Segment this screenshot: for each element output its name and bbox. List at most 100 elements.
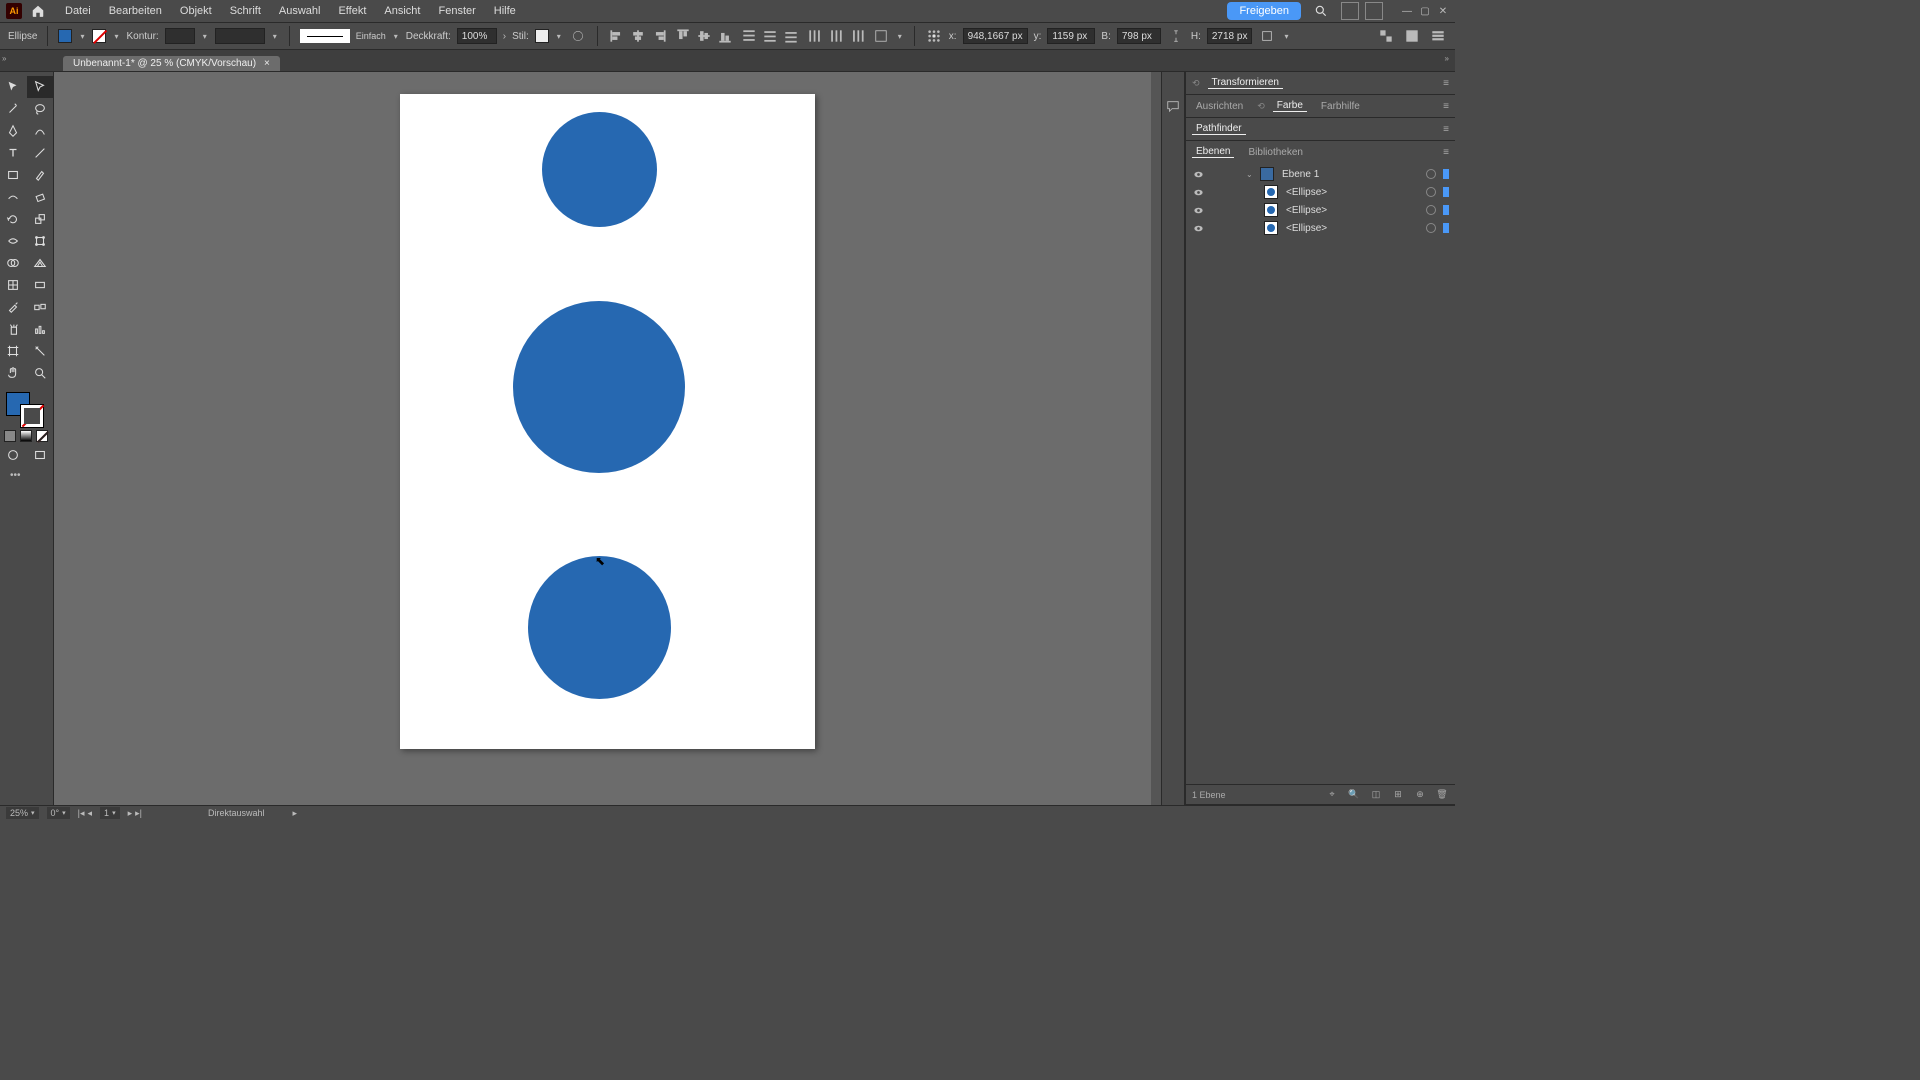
canvas-area[interactable]: ⬉ [54, 72, 1161, 805]
opacity-input[interactable]: 100% [457, 28, 497, 44]
tab-close-icon[interactable]: × [264, 58, 270, 69]
gradient-mode-icon[interactable] [20, 430, 32, 442]
stroke-profile-input[interactable] [215, 28, 265, 44]
scrollbar-vertical[interactable] [1151, 72, 1161, 805]
window-minimize-icon[interactable]: — [1401, 6, 1413, 16]
y-input[interactable]: 1159 px [1047, 28, 1095, 44]
layers-new-sublayer-icon[interactable]: ⊞ [1391, 788, 1405, 802]
stroke-weight-input[interactable] [165, 28, 195, 44]
artboard-first-icon[interactable]: |◂ [78, 808, 85, 819]
ellipse-shape[interactable] [528, 556, 671, 699]
distribute-right-icon[interactable] [848, 27, 866, 45]
brush-preview[interactable] [300, 29, 350, 43]
visibility-toggle-icon[interactable] [1192, 204, 1204, 216]
shape-options-icon[interactable] [1258, 27, 1276, 45]
visibility-toggle-icon[interactable] [1192, 186, 1204, 198]
search-icon[interactable] [1311, 1, 1331, 21]
align-right-icon[interactable] [650, 27, 668, 45]
menu-ansicht[interactable]: Ansicht [375, 0, 429, 22]
h-input[interactable]: 2718 px [1207, 28, 1253, 44]
window-close-icon[interactable]: ✕ [1437, 6, 1449, 16]
menu-hilfe[interactable]: Hilfe [485, 0, 525, 22]
panel-menu-icon[interactable]: ≡ [1443, 124, 1449, 135]
width-tool[interactable] [0, 230, 27, 252]
item-name[interactable]: <Ellipse> [1282, 205, 1422, 216]
layers-locate-icon[interactable]: ⌖ [1325, 788, 1339, 802]
zoom-input[interactable]: 25% [6, 807, 39, 819]
artboard-last-icon[interactable]: ▸| [135, 808, 142, 819]
rotate-tool[interactable] [0, 208, 27, 230]
artboard-nav-input[interactable]: 1 [100, 807, 120, 819]
menu-schrift[interactable]: Schrift [221, 0, 270, 22]
panel-menu-icon[interactable]: ≡ [1443, 147, 1449, 158]
document-tab[interactable]: Unbenannt-1* @ 25 % (CMYK/Vorschau) × [63, 56, 280, 71]
target-icon[interactable] [1426, 223, 1436, 233]
fill-stroke-indicator[interactable] [0, 390, 54, 428]
fill-dropdown-icon[interactable] [78, 32, 86, 40]
visibility-toggle-icon[interactable] [1192, 222, 1204, 234]
align-hcenter-icon[interactable] [629, 27, 647, 45]
target-icon[interactable] [1426, 169, 1436, 179]
perspective-grid-tool[interactable] [27, 252, 54, 274]
distribute-vcenter-icon[interactable] [761, 27, 779, 45]
curvature-tool[interactable] [27, 120, 54, 142]
stroke-swatch[interactable] [92, 29, 106, 43]
layers-search-icon[interactable]: 🔍 [1347, 788, 1361, 802]
menu-fenster[interactable]: Fenster [429, 0, 484, 22]
menu-datei[interactable]: Datei [56, 0, 100, 22]
symbol-sprayer-tool[interactable] [0, 318, 27, 340]
target-icon[interactable] [1426, 205, 1436, 215]
toolbar-collapse-arrow-icon[interactable]: » [2, 54, 6, 63]
rotation-input[interactable]: 0° [47, 807, 70, 819]
column-graph-tool[interactable] [27, 318, 54, 340]
tab-farbhilfe[interactable]: Farbhilfe [1317, 101, 1364, 112]
transform-reference-icon[interactable] [925, 27, 943, 45]
tab-pathfinder[interactable]: Pathfinder [1192, 123, 1246, 135]
distribute-bottom-icon[interactable] [782, 27, 800, 45]
layer-item-row[interactable]: <Ellipse> [1186, 201, 1455, 219]
free-transform-tool[interactable] [27, 230, 54, 252]
controlbar-menu-icon[interactable] [1429, 27, 1447, 45]
eyedropper-tool[interactable] [0, 296, 27, 318]
shaper-tool[interactable] [0, 186, 27, 208]
align-top-icon[interactable] [674, 27, 692, 45]
isolate-icon[interactable] [1377, 27, 1395, 45]
direct-selection-tool[interactable] [27, 76, 54, 98]
shape-builder-tool[interactable] [0, 252, 27, 274]
home-icon[interactable] [28, 1, 48, 21]
artboard[interactable]: ⬉ [400, 94, 815, 749]
style-dropdown-icon[interactable] [555, 32, 563, 40]
distribute-left-icon[interactable] [806, 27, 824, 45]
ellipse-shape[interactable] [542, 112, 657, 227]
draw-normal-icon[interactable] [0, 444, 27, 466]
artboard-tool[interactable] [0, 340, 27, 362]
edit-toolbar-icon[interactable]: ••• [0, 466, 53, 485]
align-left-icon[interactable] [608, 27, 626, 45]
tab-transformieren[interactable]: Transformieren [1208, 77, 1283, 89]
menu-objekt[interactable]: Objekt [171, 0, 221, 22]
status-menu-icon[interactable]: ▸ [293, 808, 298, 819]
lasso-tool[interactable] [27, 98, 54, 120]
align-bottom-icon[interactable] [716, 27, 734, 45]
line-segment-tool[interactable] [27, 142, 54, 164]
magic-wand-tool[interactable] [0, 98, 27, 120]
brush-dropdown-icon[interactable] [392, 32, 400, 40]
paintbrush-tool[interactable] [27, 164, 54, 186]
tab-bibliotheken[interactable]: Bibliotheken [1244, 147, 1306, 158]
shape-options-dropdown-icon[interactable] [1282, 32, 1290, 40]
stroke-dropdown-icon[interactable] [112, 32, 120, 40]
layers-new-layer-icon[interactable]: ⊕ [1413, 788, 1427, 802]
artboard-prev-icon[interactable]: ◂ [88, 808, 93, 819]
eraser-tool[interactable] [27, 186, 54, 208]
pen-tool[interactable] [0, 120, 27, 142]
selection-tool[interactable] [0, 76, 27, 98]
workspace-switcher-icon[interactable] [1365, 2, 1383, 20]
layer-row[interactable]: ⌄ Ebene 1 [1186, 165, 1455, 183]
color-mode-icon[interactable] [4, 430, 16, 442]
align-to-selection-icon[interactable] [872, 27, 890, 45]
panel-menu-icon[interactable]: ≡ [1443, 78, 1449, 89]
distribute-hcenter-icon[interactable] [827, 27, 845, 45]
stroke-profile-dropdown-icon[interactable] [271, 32, 279, 40]
tab-ebenen[interactable]: Ebenen [1192, 146, 1234, 158]
screen-mode-icon[interactable] [27, 444, 54, 466]
